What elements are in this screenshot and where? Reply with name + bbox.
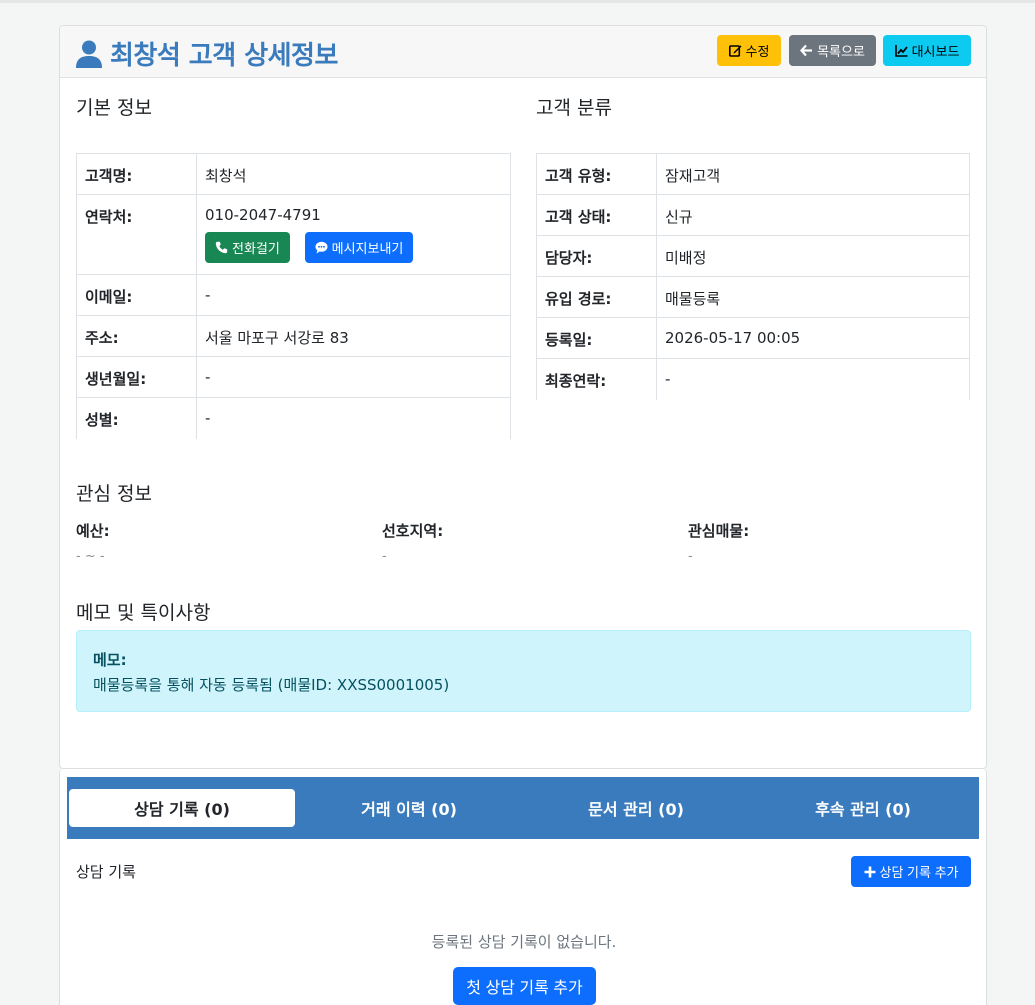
history-card: 상담 기록 (0) 거래 이력 (0) 문서 관리 (0) 후속 관리 (0) … [59, 769, 987, 1005]
preferred-area-field: 선호지역: - [382, 520, 443, 564]
table-row: 고객명: 최창석 [76, 153, 511, 195]
customer-name-value: 최창석 [196, 153, 511, 195]
table-row: 연락처: 010-2047-4791 전화걸기 메시지보내기 [76, 194, 511, 275]
chat-icon [315, 241, 328, 254]
address-value: 서울 마포구 서강로 83 [196, 315, 511, 357]
add-consultation-button[interactable]: 상담 기록 추가 [851, 856, 971, 887]
source-value: 매물등록 [656, 276, 970, 318]
last-contact-value: - [656, 358, 970, 400]
consultation-title: 상담 기록 [76, 863, 136, 881]
dashboard-button[interactable]: 대시보드 [883, 35, 971, 66]
field-label: 유입 경로: [536, 276, 657, 318]
budget-value: - ~ - [76, 549, 105, 564]
plus-icon [864, 866, 875, 877]
classification-title: 고객 분류 [536, 97, 612, 119]
customer-status-value: 신규 [656, 194, 970, 236]
field-label: 주소: [76, 315, 197, 357]
field-label: 관심매물: [688, 522, 750, 540]
field-label: 담당자: [536, 235, 657, 277]
preferred-area-value: - [382, 549, 387, 564]
empty-state-text: 등록된 상담 기록이 없습니다. [431, 933, 617, 951]
arrow-left-icon [800, 44, 813, 57]
field-label: 연락처: [76, 194, 197, 275]
table-row: 등록일: 2026-05-17 00:05 [536, 317, 970, 359]
budget-field: 예산: - ~ - [76, 520, 110, 564]
table-row: 유입 경로: 매물등록 [536, 276, 970, 318]
interest-property-value: - [688, 549, 693, 564]
field-label: 선호지역: [382, 522, 444, 540]
classification-table: 고객 유형: 잠재고객 고객 상태: 신규 담당자: 미배정 유입 경로: 매물… [536, 153, 970, 400]
table-row: 주소: 서울 마포구 서강로 83 [76, 315, 511, 357]
chart-line-icon [894, 45, 908, 57]
basic-info-title: 기본 정보 [76, 97, 152, 119]
field-label: 예산: [76, 522, 110, 540]
page-title-text: 최창석 고객 상세정보 [110, 41, 338, 71]
memo-alert: 메모: 매물등록을 통해 자동 등록됨 (매물ID: XXSS0001005) [76, 630, 971, 712]
memo-label: 메모: [93, 651, 127, 669]
table-row: 최종연락: - [536, 358, 970, 400]
tab-consultation[interactable]: 상담 기록 (0) [69, 789, 295, 827]
phone-value: 010-2047-4791 [205, 206, 321, 224]
top-border [0, 0, 1035, 3]
email-value: - [196, 274, 511, 316]
back-to-list-label: 목록으로 [817, 45, 865, 60]
gender-value: - [196, 397, 511, 439]
add-consultation-label: 상담 기록 추가 [879, 865, 959, 880]
field-label: 고객명: [76, 153, 197, 195]
send-message-label: 메시지보내기 [331, 242, 404, 257]
birthdate-value: - [196, 356, 511, 398]
interest-property-field: 관심매물: - [688, 520, 749, 564]
tab-followup[interactable]: 후속 관리 (0) [750, 789, 976, 827]
registered-date-value: 2026-05-17 00:05 [656, 317, 970, 359]
call-button[interactable]: 전화걸기 [205, 232, 290, 263]
tab-bar: 상담 기록 (0) 거래 이력 (0) 문서 관리 (0) 후속 관리 (0) [67, 777, 979, 839]
send-message-button[interactable]: 메시지보내기 [304, 232, 414, 263]
manager-value: 미배정 [656, 235, 970, 277]
table-row: 고객 유형: 잠재고객 [536, 153, 970, 195]
dashboard-button-label: 대시보드 [911, 45, 960, 60]
field-label: 성별: [76, 397, 197, 439]
table-row: 고객 상태: 신규 [536, 194, 970, 236]
user-icon [76, 40, 102, 68]
contact-cell: 010-2047-4791 전화걸기 메시지보내기 [196, 194, 511, 275]
customer-detail-card: 최창석 고객 상세정보 수정 목록으로 대시보드 기본 정보 고객명: 최창석 … [59, 25, 987, 769]
tab-documents[interactable]: 문서 관리 (0) [523, 789, 749, 827]
phone-icon [215, 241, 228, 254]
call-button-label: 전화걸기 [232, 242, 280, 257]
edit-button[interactable]: 수정 [717, 35, 781, 66]
field-label: 등록일: [536, 317, 657, 359]
field-label: 고객 유형: [536, 153, 657, 195]
edit-button-label: 수정 [745, 45, 770, 60]
table-row: 담당자: 미배정 [536, 235, 970, 277]
table-row: 생년월일: - [76, 356, 511, 398]
field-label: 이메일: [76, 274, 197, 316]
field-label: 생년월일: [76, 356, 197, 398]
interest-info-title: 관심 정보 [76, 483, 152, 505]
card-header: 최창석 고객 상세정보 수정 목록으로 대시보드 [60, 26, 986, 78]
field-label: 고객 상태: [536, 194, 657, 236]
field-label: 최종연락: [536, 358, 657, 400]
memo-title: 메모 및 특이사항 [76, 602, 211, 624]
table-row: 성별: - [76, 397, 511, 439]
customer-type-value: 잠재고객 [656, 153, 970, 195]
table-row: 이메일: - [76, 274, 511, 316]
back-to-list-button[interactable]: 목록으로 [789, 35, 876, 66]
page-title: 최창석 고객 상세정보 [76, 35, 338, 72]
first-consultation-button[interactable]: 첫 상담 기록 추가 [453, 967, 596, 1005]
memo-text: 매물등록을 통해 자동 등록됨 (매물ID: XXSS0001005) [93, 676, 450, 694]
edit-icon [728, 45, 742, 57]
basic-info-table: 고객명: 최창석 연락처: 010-2047-4791 전화걸기 메시지보내기 … [76, 153, 511, 439]
tab-transactions[interactable]: 거래 이력 (0) [296, 789, 522, 827]
